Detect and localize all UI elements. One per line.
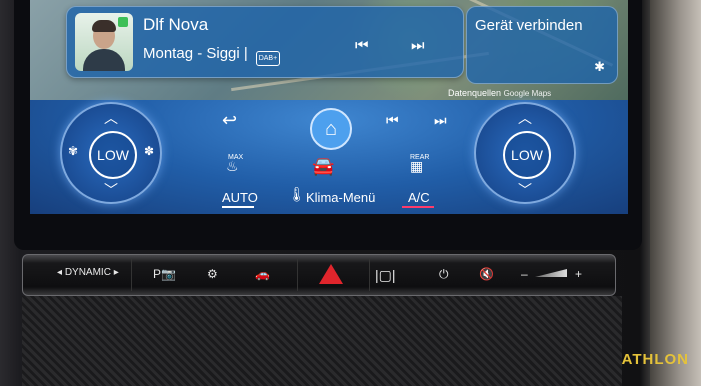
- map-attribution: Datenquellen Google Maps: [448, 88, 551, 98]
- attribution-text: Datenquellen: [448, 88, 502, 98]
- google-logo: Google Maps: [503, 89, 552, 98]
- fan-low-icon[interactable]: ✾: [68, 144, 78, 158]
- home-icon: ⌂: [324, 118, 338, 140]
- auto-button[interactable]: AUTO: [222, 190, 258, 205]
- fan-high-icon[interactable]: ✽: [144, 144, 154, 158]
- power-icon[interactable]: ⏻: [439, 267, 449, 282]
- station-badge: [118, 17, 128, 27]
- dynamic-label: DYNAMIC: [64, 267, 111, 278]
- media-card[interactable]: Dlf Nova Montag - Siggi | DAB+ ⏮ ⏭: [66, 6, 464, 78]
- chevron-down-icon[interactable]: ﹀: [476, 180, 574, 200]
- program-subtitle: Montag - Siggi | DAB+: [143, 45, 280, 66]
- subtitle-text: Montag - Siggi |: [143, 45, 248, 62]
- divider: [369, 259, 370, 291]
- rear-defrost-icon[interactable]: ▦: [410, 158, 423, 175]
- window-frame: [650, 0, 701, 386]
- hardware-button-bar: ◂ DYNAMIC ▸ P📷 ⚙ 🚗 |▢| ⏻ 🔇 – +: [22, 254, 616, 296]
- skip-forward-icon[interactable]: ⏭: [434, 112, 447, 129]
- chevron-up-icon[interactable]: ︿: [476, 108, 574, 128]
- connect-device-label: Gerät verbinden: [475, 17, 583, 34]
- vehicle-menu-icon[interactable]: 🚗: [255, 267, 270, 281]
- thermometer-icon: 🌡: [288, 186, 306, 202]
- auto-underline: [222, 206, 254, 208]
- previous-track-button[interactable]: ⏮: [355, 37, 369, 54]
- parking-camera-icon[interactable]: P📷: [153, 267, 176, 281]
- hazard-lights-icon[interactable]: [319, 264, 343, 284]
- divider: [297, 259, 298, 291]
- ac-button[interactable]: A/C: [408, 190, 430, 205]
- home-hardware-icon[interactable]: |▢|: [375, 267, 396, 284]
- ac-underline: [402, 206, 434, 208]
- divider: [131, 259, 132, 291]
- right-fan-level: LOW: [503, 131, 551, 179]
- dab-icon: DAB+: [255, 51, 280, 66]
- bluetooth-icon: ✱: [594, 59, 605, 74]
- chevron-up-icon[interactable]: ︿: [62, 108, 160, 128]
- station-name: Dlf Nova: [143, 15, 209, 34]
- carbon-trim: [22, 296, 622, 386]
- album-art: [75, 13, 133, 71]
- climate-bar: ︿ ✾ LOW ✽ ﹀ ↩ ⌂ ⏮ ⏭ MAX ♨ 🚘 REAR ▦ AUTO …: [30, 100, 628, 214]
- volume-minus-button[interactable]: –: [521, 267, 528, 281]
- home-button[interactable]: ⌂: [310, 108, 352, 150]
- left-fan-dial[interactable]: ︿ ✾ LOW ✽ ﹀: [60, 102, 162, 204]
- recirculation-car-icon[interactable]: 🚘: [312, 156, 334, 177]
- volume-slider[interactable]: [535, 269, 567, 277]
- athlon-logo: ATHLON: [621, 351, 689, 368]
- climate-menu-button[interactable]: Klima-Menü: [306, 190, 375, 205]
- volume-plus-button[interactable]: +: [575, 267, 582, 281]
- mute-icon[interactable]: 🔇: [479, 267, 494, 281]
- next-track-button[interactable]: ⏭: [411, 37, 425, 54]
- chevron-down-icon[interactable]: ﹀: [62, 180, 160, 200]
- infotainment-screen: Datenquellen Google Maps Dlf Nova Montag…: [30, 0, 628, 214]
- right-fan-dial[interactable]: ︿ LOW ﹀: [474, 102, 576, 204]
- front-defrost-icon[interactable]: ♨: [226, 158, 239, 175]
- skip-forward-icon: ⏭: [411, 37, 425, 54]
- skip-back-icon[interactable]: ⏮: [386, 112, 399, 129]
- seat-settings-icon[interactable]: ⚙: [207, 267, 218, 281]
- dynamic-select-button[interactable]: ◂ DYNAMIC ▸: [57, 267, 119, 278]
- left-fan-level: LOW: [89, 131, 137, 179]
- connect-device-tile[interactable]: Gerät verbinden ✱: [466, 6, 618, 84]
- back-icon[interactable]: ↩: [222, 110, 237, 131]
- skip-back-icon: ⏮: [355, 37, 369, 54]
